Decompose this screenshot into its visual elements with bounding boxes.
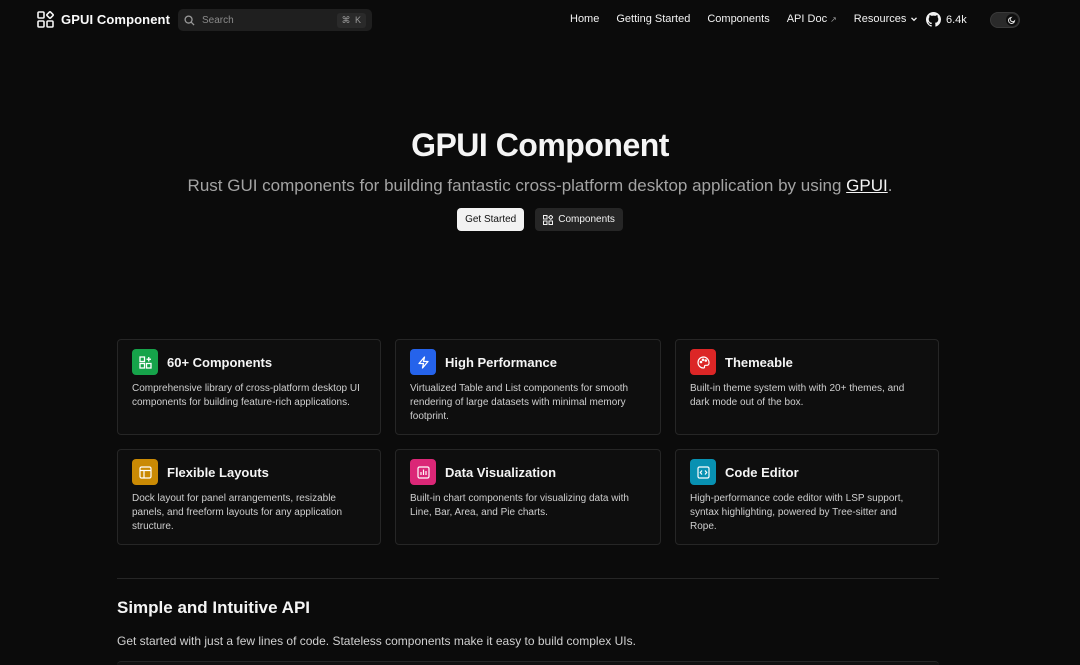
get-started-button[interactable]: Get Started [457, 208, 525, 231]
feature-title: Data Visualization [445, 464, 557, 480]
feature-description: Comprehensive library of cross-platform … [132, 383, 360, 408]
feature-card: Data Visualization Built-in chart compon… [395, 449, 661, 545]
feature-card: 60+ Components Comprehensive library of … [117, 339, 381, 435]
code-block [117, 661, 939, 665]
external-link-icon: ↗ [830, 14, 837, 24]
feature-description: Dock layout for panel arrangements, resi… [132, 493, 343, 532]
feature-description: Virtualized Table and List components fo… [410, 383, 629, 422]
code-icon [690, 459, 716, 485]
feature-title: Code Editor [725, 464, 799, 480]
hero-subtitle: Rust GUI components for building fantast… [187, 176, 893, 195]
feature-title: Flexible Layouts [167, 464, 269, 480]
nav-home[interactable]: Home [570, 13, 599, 25]
section-divider [117, 578, 939, 579]
nav-getting-started[interactable]: Getting Started [616, 13, 690, 25]
gpui-link[interactable]: GPUI [846, 176, 888, 195]
search-placeholder: Search [202, 14, 234, 26]
feature-grid: 60+ Components Comprehensive library of … [117, 339, 939, 545]
feature-title: High Performance [445, 354, 557, 370]
feature-description: Built-in theme system with with 20+ them… [690, 383, 905, 408]
top-nav-bar: GPUI Component Search ⌘ K Home Getting S… [0, 0, 1080, 40]
search-shortcut: ⌘ K [337, 12, 366, 28]
feature-card: Flexible Layouts Dock layout for panel a… [117, 449, 381, 545]
github-stars: 6.4k [946, 13, 967, 26]
main-nav: Home Getting Started Components API Doc ↗… [570, 13, 935, 25]
feature-title: 60+ Components [167, 354, 273, 370]
lightning-icon [410, 349, 436, 375]
toggle-knob [1006, 14, 1018, 26]
chevron-down-icon [911, 17, 918, 22]
feature-card: Themeable Built-in theme system with wit… [675, 339, 939, 435]
logo-icon [37, 11, 54, 28]
palette-icon [690, 349, 716, 375]
brand-name: GPUI Component [61, 12, 171, 27]
grid-plus-icon [132, 349, 158, 375]
feature-card: Code Editor High-performance code editor… [675, 449, 939, 545]
components-button[interactable]: Components [535, 208, 623, 231]
components-icon [543, 214, 554, 225]
nav-components[interactable]: Components [707, 13, 769, 25]
search-icon [184, 14, 195, 26]
github-link[interactable]: 6.4k [926, 12, 967, 27]
brand-link[interactable]: GPUI Component [37, 11, 170, 28]
feature-title: Themeable [725, 354, 793, 370]
chart-icon [410, 459, 436, 485]
layout-icon [132, 459, 158, 485]
section-title: Simple and Intuitive API [117, 598, 311, 617]
feature-description: Built-in chart components for visualizin… [410, 493, 629, 518]
feature-card: High Performance Virtualized Table and L… [395, 339, 661, 435]
hero-title: GPUI Component [411, 127, 669, 163]
nav-api-doc[interactable]: API Doc ↗ [787, 13, 837, 25]
theme-toggle[interactable] [990, 12, 1020, 28]
moon-icon [1008, 16, 1016, 24]
hero-actions: Get Started Components [0, 208, 1080, 231]
nav-resources[interactable]: Resources [854, 13, 919, 25]
feature-description: High-performance code editor with LSP su… [690, 493, 904, 532]
search-input[interactable]: Search ⌘ K [178, 9, 372, 31]
github-icon [926, 12, 941, 27]
section-description: Get started with just a few lines of cod… [117, 634, 636, 648]
